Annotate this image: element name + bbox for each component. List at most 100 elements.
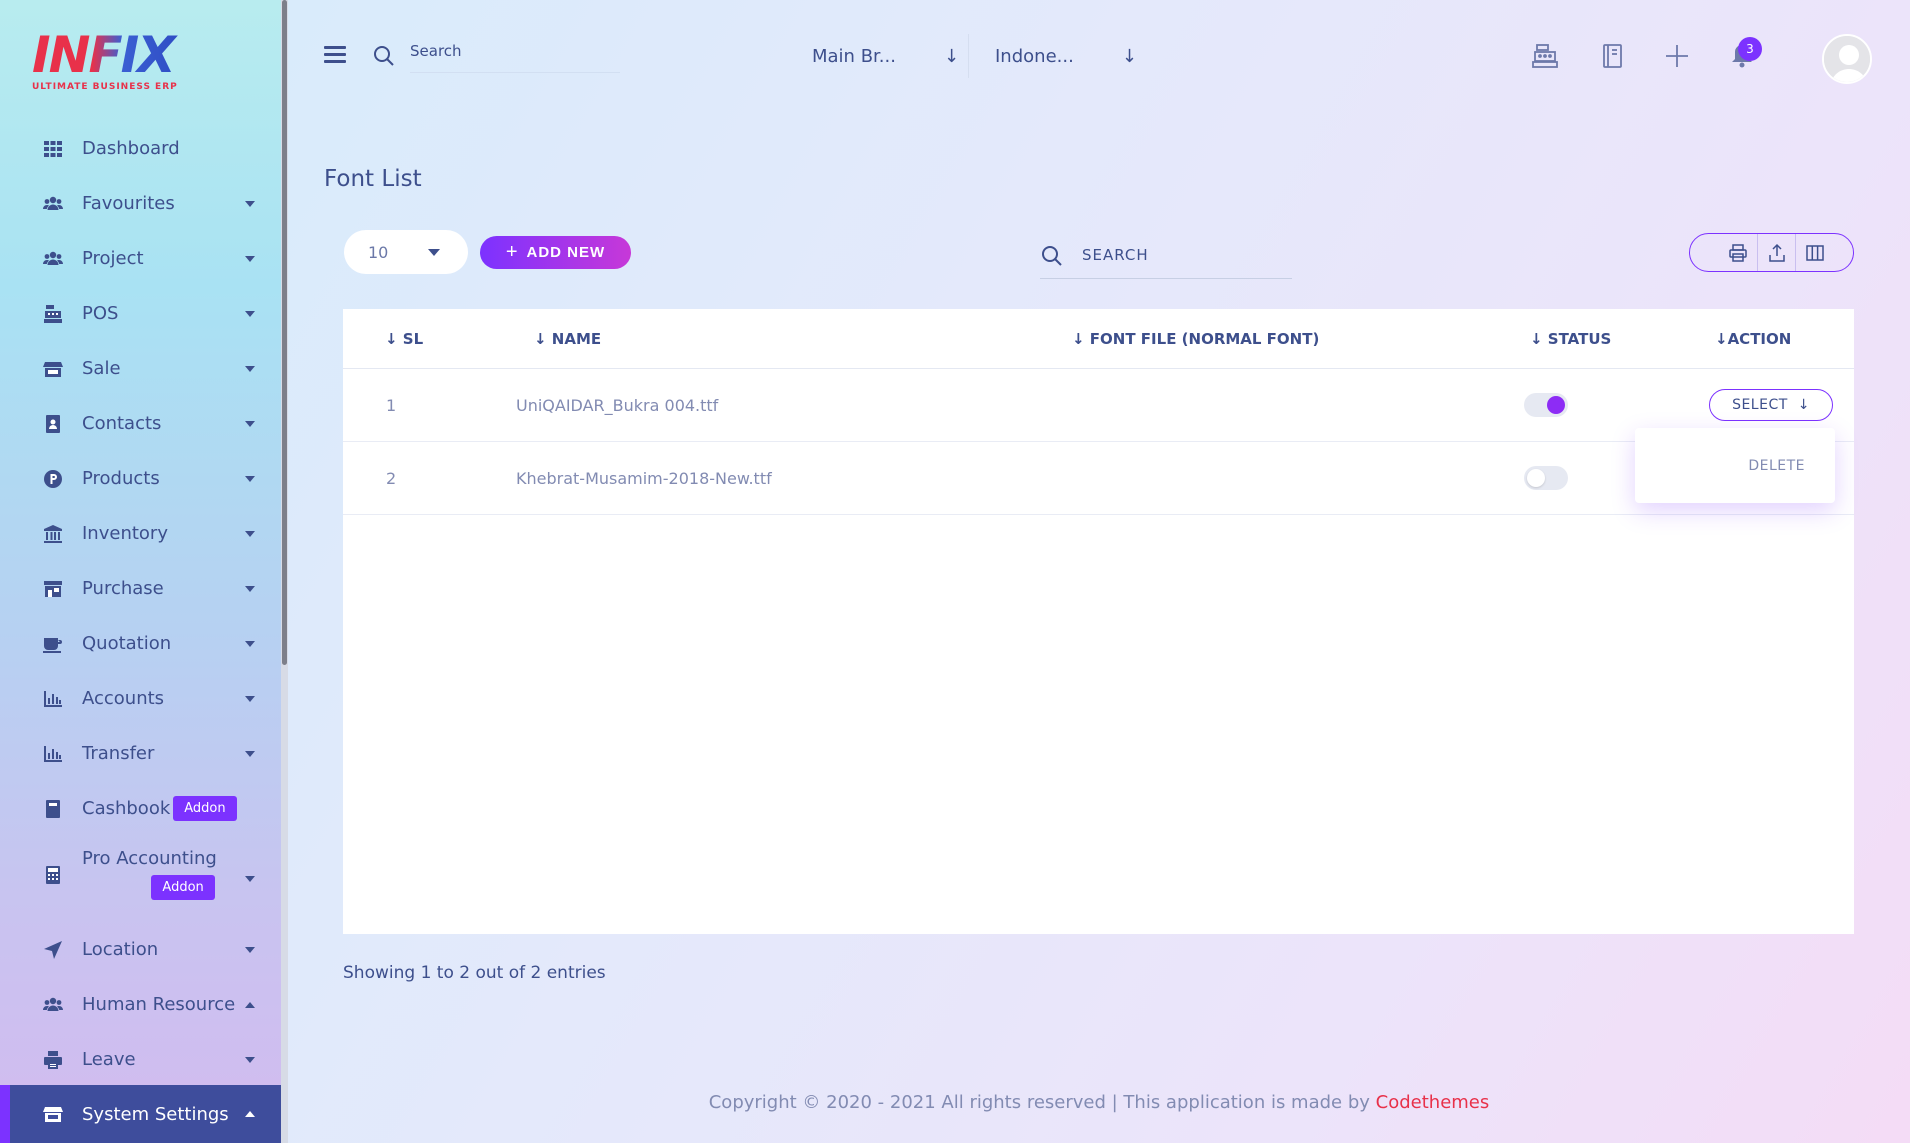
- add-new-button[interactable]: + ADD NEW: [480, 236, 631, 269]
- notification-count-badge: 3: [1738, 37, 1762, 61]
- column-header-action[interactable]: ↓ACTION: [1715, 330, 1791, 348]
- column-header-name[interactable]: ↓ NAME: [534, 330, 601, 348]
- arrow-down-icon: ↓: [1797, 397, 1810, 413]
- chevron-down-icon: [245, 200, 255, 207]
- menu-toggle-icon[interactable]: [324, 46, 346, 64]
- chevron-down-icon: [245, 365, 255, 372]
- users-icon: [42, 994, 64, 1016]
- cell-sl: 2: [386, 469, 397, 488]
- sidebar-item-leave[interactable]: Leave: [0, 1032, 281, 1087]
- footer-copyright: Copyright © 2020 - 2021 All rights reser…: [708, 1092, 1376, 1113]
- chevron-down-icon: [245, 475, 255, 482]
- sidebar-item-pos[interactable]: POS: [0, 286, 281, 341]
- chevron-down-icon: [245, 750, 255, 757]
- bar-chart-icon: [42, 743, 64, 765]
- print-icon: [1729, 243, 1747, 262]
- notebook-icon[interactable]: [1598, 42, 1628, 72]
- shop-icon: [42, 578, 64, 600]
- footer-brand-link[interactable]: Codethemes: [1376, 1092, 1490, 1113]
- cash-register-icon: [42, 303, 64, 325]
- printer-icon: [42, 1049, 64, 1071]
- store-icon: [42, 358, 64, 380]
- pos-register-icon[interactable]: [1531, 42, 1561, 72]
- cell-name: Khebrat-Musamim-2018-New.ttf: [516, 469, 772, 488]
- sidebar-item-sale[interactable]: Sale: [0, 341, 281, 396]
- per-page-select[interactable]: 10: [344, 230, 468, 274]
- sidebar-item-pro-accounting[interactable]: Pro Accounting Addon: [0, 836, 281, 922]
- sidebar-item-quotation[interactable]: Quotation: [0, 616, 281, 671]
- sidebar-item-accounts[interactable]: Accounts: [0, 671, 281, 726]
- sidebar-item-human-resource[interactable]: Human Resource: [0, 977, 281, 1032]
- action-dropdown-menu: DELETE: [1635, 428, 1835, 503]
- chevron-down-icon: [245, 255, 255, 262]
- chevron-down-icon: [245, 530, 255, 537]
- chevron-down-icon: [245, 876, 255, 882]
- warehouse-icon: [42, 523, 64, 545]
- sidebar-item-favourites[interactable]: Favourites: [0, 176, 281, 231]
- sidebar-item-location[interactable]: Location: [0, 922, 281, 977]
- branch-select[interactable]: Main Br... ↓: [812, 46, 959, 67]
- sidebar-item-project[interactable]: Project: [0, 231, 281, 286]
- country-select[interactable]: Indone... ↓: [995, 46, 1137, 67]
- sidebar-item-purchase[interactable]: Purchase: [0, 561, 281, 616]
- sidebar-item-inventory[interactable]: Inventory: [0, 506, 281, 561]
- sidebar-item-label: Contacts: [82, 413, 162, 434]
- table-row: 2 Khebrat-Musamim-2018-New.ttf: [343, 442, 1854, 515]
- addon-badge: Addon: [151, 875, 215, 900]
- select-action-button[interactable]: SELECT ↓: [1709, 389, 1833, 421]
- chevron-down-icon: [245, 1056, 255, 1063]
- location-arrow-icon: [42, 939, 64, 961]
- sidebar-scrollbar-thumb[interactable]: [282, 0, 287, 665]
- sidebar: INFIX ULTIMATE BUSINESS ERP Dashboard Fa…: [0, 0, 281, 1143]
- cell-name: UniQAIDAR_Bukra 004.ttf: [516, 396, 719, 415]
- pagination-info: Showing 1 to 2 out of 2 entries: [343, 963, 606, 983]
- sidebar-nav: Dashboard Favourites Project POS Sale Co…: [0, 121, 281, 1087]
- status-toggle[interactable]: [1524, 466, 1568, 490]
- sidebar-item-cashbook[interactable]: Cashbook Addon: [0, 781, 281, 836]
- chevron-down-icon: [245, 640, 255, 647]
- sidebar-item-label: Purchase: [82, 578, 164, 599]
- sidebar-scrollbar[interactable]: [281, 0, 288, 1143]
- sidebar-item-label: Project: [82, 248, 144, 269]
- chevron-down-icon: [245, 585, 255, 592]
- sidebar-item-label: Products: [82, 468, 160, 489]
- columns-button[interactable]: [1795, 234, 1833, 271]
- delete-option[interactable]: DELETE: [1748, 458, 1805, 474]
- column-header-sl[interactable]: ↓ SL: [385, 330, 423, 348]
- sidebar-item-contacts[interactable]: Contacts: [0, 396, 281, 451]
- table-header: ↓ SL ↓ NAME ↓ FONT FILE (NORMAL FONT) ↓ …: [343, 309, 1854, 369]
- print-button[interactable]: [1719, 234, 1757, 271]
- top-header: Main Br... ↓ Indone... ↓ 3: [288, 0, 1910, 115]
- plus-icon: +: [505, 241, 519, 263]
- chevron-down-icon: [245, 946, 255, 953]
- header-search-input[interactable]: [410, 42, 620, 73]
- logo-tagline: ULTIMATE BUSINESS ERP: [32, 82, 178, 92]
- calculator-icon: [42, 864, 64, 886]
- export-button[interactable]: [1757, 234, 1795, 271]
- sidebar-item-label: Cashbook: [82, 798, 171, 819]
- branch-select-value: Main Br...: [812, 46, 896, 67]
- chevron-down-icon: [245, 420, 255, 427]
- upload-icon: [1768, 243, 1785, 262]
- logo[interactable]: INFIX ULTIMATE BUSINESS ERP: [32, 30, 182, 96]
- sidebar-item-label: Quotation: [82, 633, 172, 654]
- column-header-font-file[interactable]: ↓ FONT FILE (NORMAL FONT): [1072, 330, 1319, 348]
- sidebar-item-transfer[interactable]: Transfer: [0, 726, 281, 781]
- sidebar-item-label: Inventory: [82, 523, 168, 544]
- sidebar-item-label: Favourites: [82, 193, 175, 214]
- footer: Copyright © 2020 - 2021 All rights reser…: [0, 1092, 1910, 1113]
- table-search-input[interactable]: [1040, 246, 1292, 279]
- status-toggle[interactable]: [1524, 393, 1568, 417]
- per-page-value: 10: [368, 242, 389, 262]
- sidebar-item-dashboard[interactable]: Dashboard: [0, 121, 281, 176]
- column-header-status[interactable]: ↓ STATUS: [1530, 330, 1611, 348]
- search-icon: [372, 44, 396, 72]
- sidebar-item-label: Leave: [82, 1049, 136, 1070]
- chevron-down-icon: [245, 310, 255, 317]
- add-icon[interactable]: [1663, 42, 1693, 72]
- font-list-table: ↓ SL ↓ NAME ↓ FONT FILE (NORMAL FONT) ↓ …: [343, 309, 1854, 934]
- bar-chart-icon: [42, 688, 64, 710]
- users-icon: [42, 248, 64, 270]
- avatar[interactable]: [1822, 34, 1872, 84]
- sidebar-item-products[interactable]: Products: [0, 451, 281, 506]
